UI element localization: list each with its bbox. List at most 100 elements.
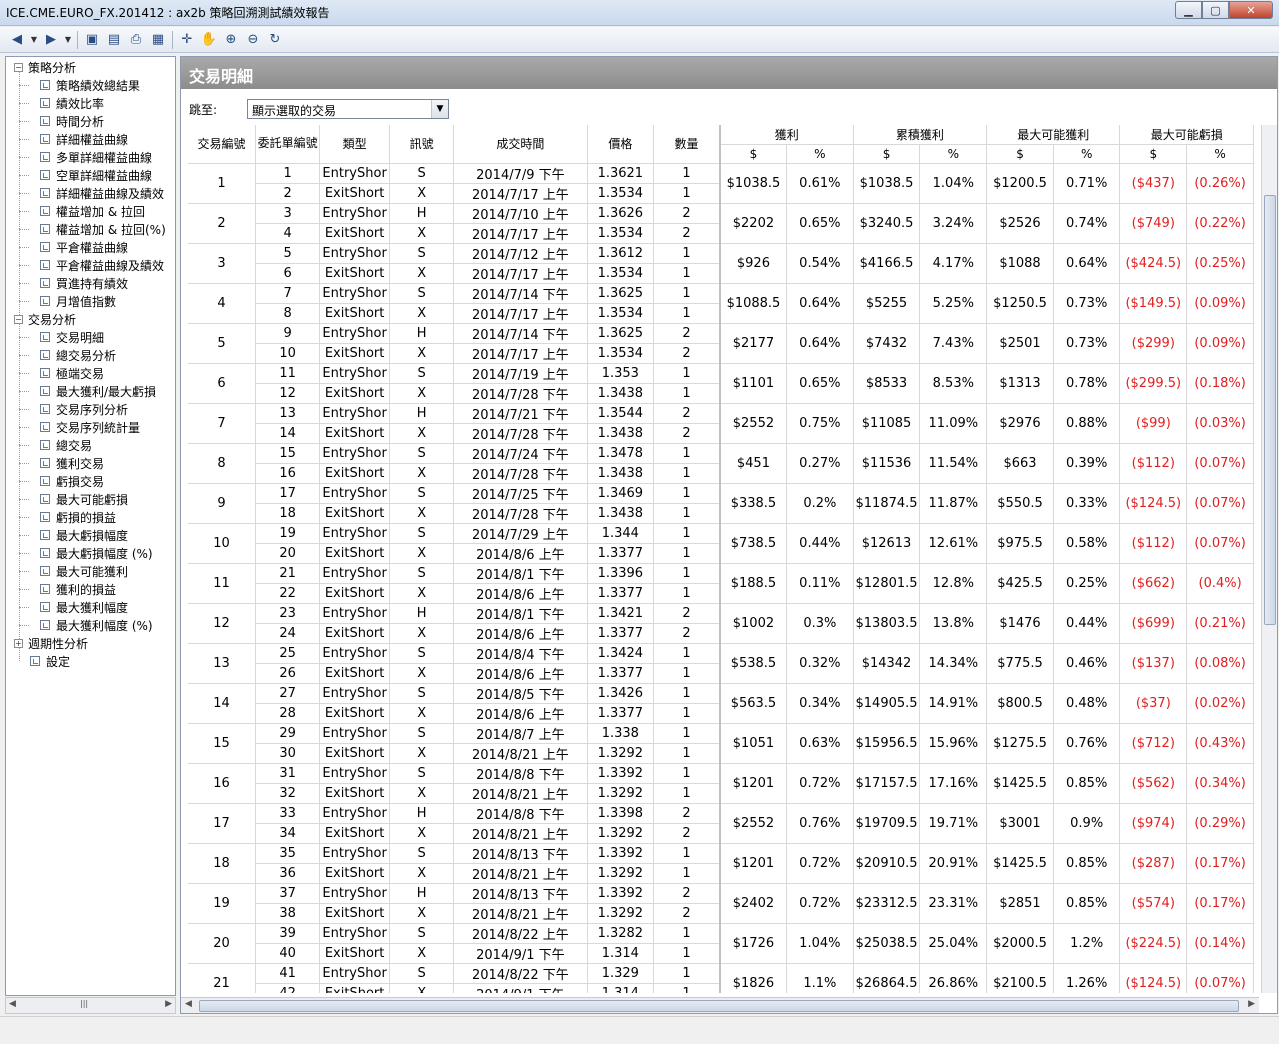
save-button[interactable]: ▣ bbox=[81, 30, 103, 50]
print-button[interactable]: ⎙ bbox=[125, 30, 147, 50]
col-profit-pct[interactable]: % bbox=[786, 144, 854, 164]
table-vertical-scrollbar[interactable] bbox=[1261, 125, 1277, 993]
table-row[interactable]: 11 21 EntryShor S 2014/8/1 下午 1.3396 1 $188.5 0.… bbox=[188, 563, 1254, 604]
table-row[interactable]: 18 35 EntryShor S 2014/8/13 下午 1.3392 1 $1201 0.… bbox=[188, 843, 1254, 884]
tree-horizontal-scrollbar[interactable]: ◀ ||| ▶ bbox=[5, 997, 176, 1014]
tree-item[interactable]: 平倉權益曲線及績效 bbox=[19, 256, 164, 274]
col-profit[interactable]: 獲利 bbox=[719, 125, 854, 145]
horizontal-scroll-thumb[interactable] bbox=[199, 1000, 1239, 1012]
pan-button[interactable]: ✋ bbox=[198, 30, 220, 50]
col-cum-profit[interactable]: 累積獲利 bbox=[853, 125, 988, 145]
tree-item[interactable]: 權益增加 & 拉回(%) bbox=[19, 220, 166, 238]
table-row[interactable]: 9 17 EntryShor S 2014/7/25 下午 1.3469 1 $338.5 0.… bbox=[188, 483, 1254, 524]
tree-item[interactable]: 最大虧損幅度 (%) bbox=[19, 544, 153, 562]
table-row[interactable]: 3 5 EntryShor S 2014/7/12 上午 1.3612 1 $926 0.54%… bbox=[188, 243, 1254, 284]
tree-item[interactable]: 買進持有績效 bbox=[19, 274, 128, 292]
tree-item[interactable]: 最大可能獲利 bbox=[19, 562, 128, 580]
tree-item[interactable]: 最大獲利幅度 bbox=[19, 598, 128, 616]
tree-item[interactable]: 最大獲利幅度 (%) bbox=[19, 616, 153, 634]
tree-item[interactable]: 績效比率 bbox=[19, 94, 104, 112]
tree-item[interactable]: 獲利交易 bbox=[19, 454, 104, 472]
table-row[interactable]: 2 3 EntryShor H 2014/7/10 上午 1.3626 2 $2202 0.65… bbox=[188, 203, 1254, 244]
refresh-button[interactable]: ↻ bbox=[264, 30, 286, 50]
col-loss-dollar[interactable]: $ bbox=[1119, 144, 1188, 164]
table-row[interactable]: 13 25 EntryShor S 2014/8/4 下午 1.3424 1 $538.5 0.… bbox=[188, 643, 1254, 684]
tree-item-settings[interactable]: 設定 bbox=[30, 652, 70, 670]
col-max-gain[interactable]: 最大可能獲利 bbox=[986, 125, 1121, 145]
tree-item[interactable]: 虧損交易 bbox=[19, 472, 104, 490]
tree-item[interactable]: 總交易分析 bbox=[19, 346, 116, 364]
tree-item[interactable]: 月增值指數 bbox=[19, 292, 116, 310]
tree-group[interactable]: − 策略分析 bbox=[14, 58, 76, 76]
zoom-in-button[interactable]: ⊕ bbox=[220, 30, 242, 50]
vertical-scroll-thumb[interactable] bbox=[1264, 195, 1276, 625]
col-type[interactable]: 類型 bbox=[319, 125, 391, 164]
price-cell: 1.3534 bbox=[587, 263, 655, 284]
tree-item[interactable]: 交易明細 bbox=[19, 328, 104, 346]
col-loss-pct[interactable]: % bbox=[1186, 144, 1254, 164]
table-row[interactable]: 8 15 EntryShor S 2014/7/24 下午 1.3478 1 $451 0.27… bbox=[188, 443, 1254, 484]
col-profit-dollar[interactable]: $ bbox=[719, 144, 788, 164]
forward-button[interactable]: ▶ bbox=[40, 30, 62, 50]
col-price[interactable]: 價格 bbox=[587, 125, 655, 164]
tree-item[interactable]: 最大可能虧損 bbox=[19, 490, 128, 508]
col-max-loss[interactable]: 最大可能虧損 bbox=[1119, 125, 1254, 145]
crosshair-button[interactable]: ✛ bbox=[176, 30, 198, 50]
tree-item[interactable]: 時間分析 bbox=[19, 112, 104, 130]
table-horizontal-scrollbar[interactable]: ◀ ▶ bbox=[181, 997, 1259, 1013]
col-gain-dollar[interactable]: $ bbox=[986, 144, 1054, 164]
maximize-button[interactable]: ▢ bbox=[1202, 1, 1229, 19]
chevron-down-icon[interactable]: ▼ bbox=[431, 100, 448, 118]
tree-item[interactable]: 最大獲利/最大虧損 bbox=[19, 382, 156, 400]
table-row[interactable]: 10 19 EntryShor S 2014/7/29 上午 1.344 1 $738.5 0.… bbox=[188, 523, 1254, 564]
back-dropdown[interactable]: ▼ bbox=[28, 30, 40, 50]
tree-item[interactable]: 策略績效總結果 bbox=[19, 76, 140, 94]
col-order-no[interactable]: 委託單編號 bbox=[255, 125, 321, 164]
col-time[interactable]: 成交時間 bbox=[453, 125, 588, 164]
tree-item[interactable]: 交易序列分析 bbox=[19, 400, 128, 418]
close-button[interactable]: ✕ bbox=[1229, 1, 1273, 19]
tree-item[interactable]: 虧損的損益 bbox=[19, 508, 116, 526]
export-button[interactable]: ▤ bbox=[103, 30, 125, 50]
back-button[interactable]: ◀ bbox=[6, 30, 28, 50]
table-row[interactable]: 17 33 EntryShor H 2014/8/8 下午 1.3398 2 $2552 0.7… bbox=[188, 803, 1254, 844]
col-cum-dollar[interactable]: $ bbox=[853, 144, 921, 164]
table-row[interactable]: 20 39 EntryShor S 2014/8/22 上午 1.3282 1 $1726 1.… bbox=[188, 923, 1254, 964]
table-row[interactable]: 4 7 EntryShor S 2014/7/14 下午 1.3625 1 $1088.5 0.… bbox=[188, 283, 1254, 324]
table-row[interactable]: 1 1 EntryShor S 2014/7/9 下午 1.3621 1 $1038.5 0.6… bbox=[188, 163, 1254, 204]
col-qty[interactable]: 數量 bbox=[653, 125, 721, 164]
tree-item[interactable]: 平倉權益曲線 bbox=[19, 238, 128, 256]
table-row[interactable]: 14 27 EntryShor S 2014/8/5 下午 1.3426 1 $563.5 0.… bbox=[188, 683, 1254, 724]
zoom-out-button[interactable]: ⊖ bbox=[242, 30, 264, 50]
tree-item[interactable]: 詳細權益曲線 bbox=[19, 130, 128, 148]
table-row[interactable]: 6 11 EntryShor S 2014/7/19 上午 1.353 1 $1101 0.65… bbox=[188, 363, 1254, 404]
tree-item[interactable]: 極端交易 bbox=[19, 364, 104, 382]
table-row[interactable]: 5 9 EntryShor H 2014/7/14 下午 1.3625 2 $2177 0.64… bbox=[188, 323, 1254, 364]
minimize-button[interactable]: ▁ bbox=[1175, 1, 1202, 19]
col-signal[interactable]: 訊號 bbox=[389, 125, 455, 164]
expand-icon[interactable]: + bbox=[14, 638, 23, 648]
table-row[interactable]: 16 31 EntryShor S 2014/8/8 下午 1.3392 1 $1201 0.7… bbox=[188, 763, 1254, 804]
tree-item[interactable]: 總交易 bbox=[19, 436, 92, 454]
tree-group[interactable]: − 交易分析 bbox=[14, 310, 76, 328]
tree-item[interactable]: 多單詳細權益曲線 bbox=[19, 148, 152, 166]
col-trade-no[interactable]: 交易編號 bbox=[188, 125, 257, 164]
qty-cell: 1 bbox=[653, 963, 721, 984]
table-row[interactable]: 15 29 EntryShor S 2014/8/7 上午 1.338 1 $1051 0.63… bbox=[188, 723, 1254, 764]
table-row[interactable]: 19 37 EntryShor H 2014/8/13 下午 1.3392 2 $2402 0.… bbox=[188, 883, 1254, 924]
tree-item[interactable]: 交易序列統計量 bbox=[19, 418, 140, 436]
forward-dropdown[interactable]: ▼ bbox=[62, 30, 74, 50]
col-cum-pct[interactable]: % bbox=[919, 144, 988, 164]
layout-button[interactable]: ▦ bbox=[147, 30, 169, 50]
table-row[interactable]: 21 41 EntryShor S 2014/8/22 下午 1.329 1 $1826 1.1… bbox=[188, 963, 1254, 993]
tree-item[interactable]: 空單詳細權益曲線 bbox=[19, 166, 152, 184]
table-row[interactable]: 7 13 EntryShor H 2014/7/21 下午 1.3544 2 $2552 0.7… bbox=[188, 403, 1254, 444]
tree-item[interactable]: 詳細權益曲線及績效 bbox=[19, 184, 164, 202]
table-row[interactable]: 12 23 EntryShor H 2014/8/1 下午 1.3421 2 $1002 0.3… bbox=[188, 603, 1254, 644]
tree-item[interactable]: 獲利的損益 bbox=[19, 580, 116, 598]
tree-item[interactable]: 最大虧損幅度 bbox=[19, 526, 128, 544]
tree-group[interactable]: + 週期性分析 bbox=[14, 634, 88, 652]
jump-select[interactable]: 顯示選取的交易 ▼ bbox=[247, 99, 449, 119]
col-gain-pct[interactable]: % bbox=[1053, 144, 1121, 164]
tree-item[interactable]: 權益增加 & 拉回 bbox=[19, 202, 145, 220]
